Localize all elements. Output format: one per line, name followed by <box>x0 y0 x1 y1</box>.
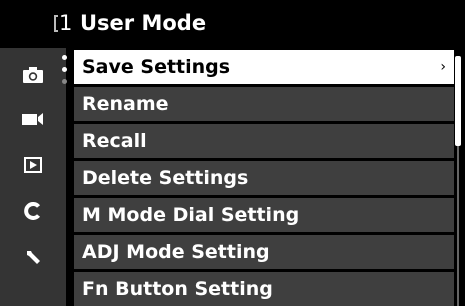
menu-item-save-settings[interactable]: Save Settings › <box>74 50 454 84</box>
sub-page-indicator <box>62 55 68 89</box>
menu-title: User Mode <box>80 11 207 35</box>
page-bracket-icon <box>54 15 58 32</box>
menu-item-label: ADJ Mode Setting <box>82 241 270 263</box>
menu-item-rename[interactable]: Rename <box>74 87 454 121</box>
menu-item-label: Fn Button Setting <box>82 278 273 300</box>
wrench-icon[interactable] <box>0 246 66 268</box>
scrollbar-thumb[interactable] <box>455 56 461 146</box>
menu-header: 1 User Mode <box>0 0 465 43</box>
menu-item-recall[interactable]: Recall <box>74 124 454 158</box>
camera-icon[interactable] <box>0 64 66 86</box>
menu-item-label: Delete Settings <box>82 167 249 189</box>
menu-item-m-mode-dial-setting[interactable]: M Mode Dial Setting <box>74 198 454 232</box>
menu-page-number: 1 <box>59 11 73 35</box>
custom-c-icon[interactable] <box>0 200 66 222</box>
chevron-right-icon: › <box>440 59 446 75</box>
menu-item-delete-settings[interactable]: Delete Settings <box>74 161 454 195</box>
playback-icon[interactable] <box>0 155 66 175</box>
menu-item-label: Save Settings <box>82 56 231 78</box>
menu-item-adj-mode-setting[interactable]: ADJ Mode Setting <box>74 235 454 269</box>
menu-item-label: Rename <box>82 93 169 115</box>
camera-menu-screen: 1 User Mode Save Settings › Rename Recal… <box>0 0 465 306</box>
video-icon[interactable] <box>0 110 66 128</box>
menu-item-label: Recall <box>82 130 147 152</box>
menu-item-fn-button-setting[interactable]: Fn Button Setting <box>74 272 454 306</box>
menu-item-label: M Mode Dial Setting <box>82 204 300 226</box>
menu-category-sidebar <box>0 48 66 306</box>
scrollbar-rail <box>457 146 459 306</box>
